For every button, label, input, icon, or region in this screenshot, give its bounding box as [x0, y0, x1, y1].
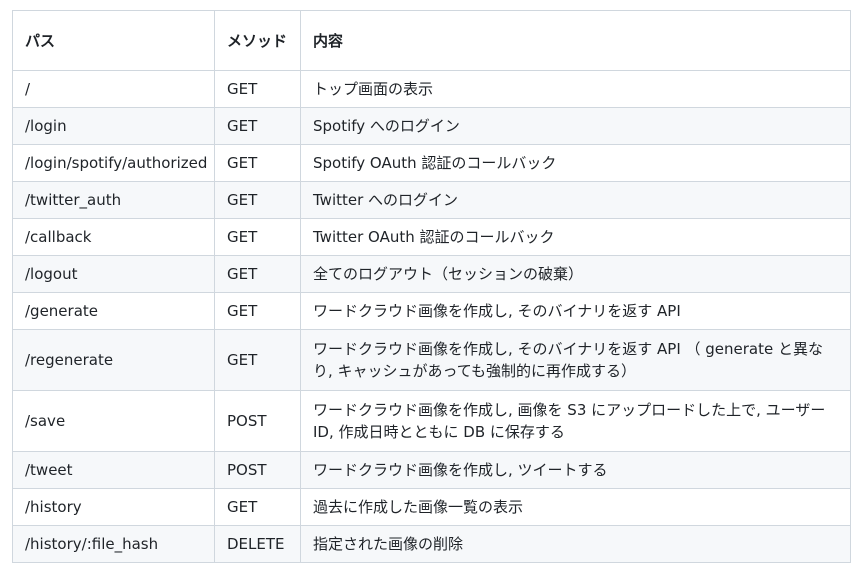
header-description: 内容 — [300, 10, 851, 71]
table-row: /login/spotify/authorized GET Spotify OA… — [12, 144, 851, 182]
cell-method: POST — [214, 390, 301, 452]
table-row: /generate GET ワードクラウド画像を作成し, そのバイナリを返す A… — [12, 292, 851, 330]
cell-method: GET — [214, 107, 301, 145]
cell-description: Spotify OAuth 認証のコールバック — [300, 144, 851, 182]
table-row: /twitter_auth GET Twitter へのログイン — [12, 181, 851, 219]
header-path: パス — [12, 10, 215, 71]
table-row: /history/:file_hash DELETE 指定された画像の削除 — [12, 525, 851, 563]
header-method: メソッド — [214, 10, 301, 71]
cell-description: Spotify へのログイン — [300, 107, 851, 145]
cell-description: ワードクラウド画像を作成し, そのバイナリを返す API — [300, 292, 851, 330]
cell-description: ワードクラウド画像を作成し, ツイートする — [300, 451, 851, 489]
cell-path: / — [12, 70, 215, 108]
cell-method: POST — [214, 451, 301, 489]
table-row: / GET トップ画面の表示 — [12, 70, 851, 108]
cell-path: /history/:file_hash — [12, 525, 215, 563]
cell-description: ワードクラウド画像を作成し, 画像を S3 にアップロードした上で, ユーザーI… — [300, 390, 851, 452]
cell-method: GET — [214, 181, 301, 219]
endpoint-table-container: パス メソッド 内容 / GET トップ画面の表示 /login GET Spo… — [12, 10, 851, 563]
cell-method: GET — [214, 488, 301, 526]
table-body: / GET トップ画面の表示 /login GET Spotify へのログイン… — [12, 70, 851, 563]
table-row: /callback GET Twitter OAuth 認証のコールバック — [12, 218, 851, 256]
cell-path: /login/spotify/authorized — [12, 144, 215, 182]
table-row: /history GET 過去に作成した画像一覧の表示 — [12, 488, 851, 526]
cell-description: 指定された画像の削除 — [300, 525, 851, 563]
cell-description: ワードクラウド画像を作成し, そのバイナリを返す API （ generate … — [300, 329, 851, 391]
cell-method: GET — [214, 144, 301, 182]
cell-path: /history — [12, 488, 215, 526]
endpoint-table: パス メソッド 内容 / GET トップ画面の表示 /login GET Spo… — [12, 10, 851, 563]
cell-path: /twitter_auth — [12, 181, 215, 219]
cell-path: /login — [12, 107, 215, 145]
cell-path: /save — [12, 390, 215, 452]
table-row: /login GET Spotify へのログイン — [12, 107, 851, 145]
table-row: /regenerate GET ワードクラウド画像を作成し, そのバイナリを返す… — [12, 329, 851, 391]
cell-method: DELETE — [214, 525, 301, 563]
header-row: パス メソッド 内容 — [12, 10, 851, 71]
cell-path: /generate — [12, 292, 215, 330]
table-header: パス メソッド 内容 — [12, 10, 851, 71]
cell-path: /tweet — [12, 451, 215, 489]
cell-description: 過去に作成した画像一覧の表示 — [300, 488, 851, 526]
cell-path: /logout — [12, 255, 215, 293]
cell-path: /regenerate — [12, 329, 215, 391]
cell-method: GET — [214, 218, 301, 256]
cell-method: GET — [214, 255, 301, 293]
cell-description: トップ画面の表示 — [300, 70, 851, 108]
cell-method: GET — [214, 292, 301, 330]
cell-description: Twitter OAuth 認証のコールバック — [300, 218, 851, 256]
cell-path: /callback — [12, 218, 215, 256]
table-row: /tweet POST ワードクラウド画像を作成し, ツイートする — [12, 451, 851, 489]
cell-description: Twitter へのログイン — [300, 181, 851, 219]
table-row: /logout GET 全てのログアウト（セッションの破棄） — [12, 255, 851, 293]
cell-method: GET — [214, 70, 301, 108]
cell-method: GET — [214, 329, 301, 391]
cell-description: 全てのログアウト（セッションの破棄） — [300, 255, 851, 293]
table-row: /save POST ワードクラウド画像を作成し, 画像を S3 にアップロード… — [12, 390, 851, 452]
